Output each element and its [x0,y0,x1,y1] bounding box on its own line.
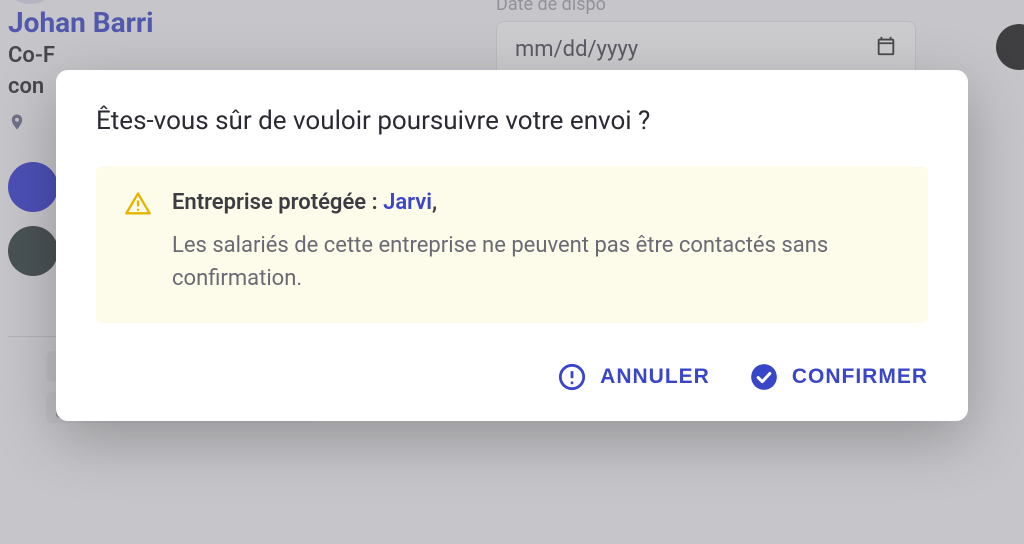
protected-company-link[interactable]: Jarvi [383,190,432,215]
alert-circle-icon [558,363,586,391]
warning-prefix: Entreprise protégée : [172,190,383,215]
modal-actions: ANNULER CONFIRMER [96,363,928,391]
warning-icon [124,190,152,295]
cancel-label: ANNULER [600,365,710,389]
cancel-button[interactable]: ANNULER [558,363,710,391]
check-circle-icon [750,363,778,391]
warning-body: Entreprise protégée : Jarvi, Les salarié… [172,190,900,295]
warning-headline: Entreprise protégée : Jarvi, [172,190,900,215]
warning-text: Les salariés de cette entreprise ne peuv… [172,229,900,295]
confirm-button[interactable]: CONFIRMER [750,363,928,391]
confirm-label: CONFIRMER [792,365,928,389]
modal-overlay: Êtes-vous sûr de vouloir poursuivre votr… [0,0,1024,544]
warning-box: Entreprise protégée : Jarvi, Les salarié… [96,166,928,323]
warning-suffix: , [432,190,437,215]
modal-title: Êtes-vous sûr de vouloir poursuivre votr… [96,106,928,136]
confirm-send-modal: Êtes-vous sûr de vouloir poursuivre votr… [56,70,968,421]
